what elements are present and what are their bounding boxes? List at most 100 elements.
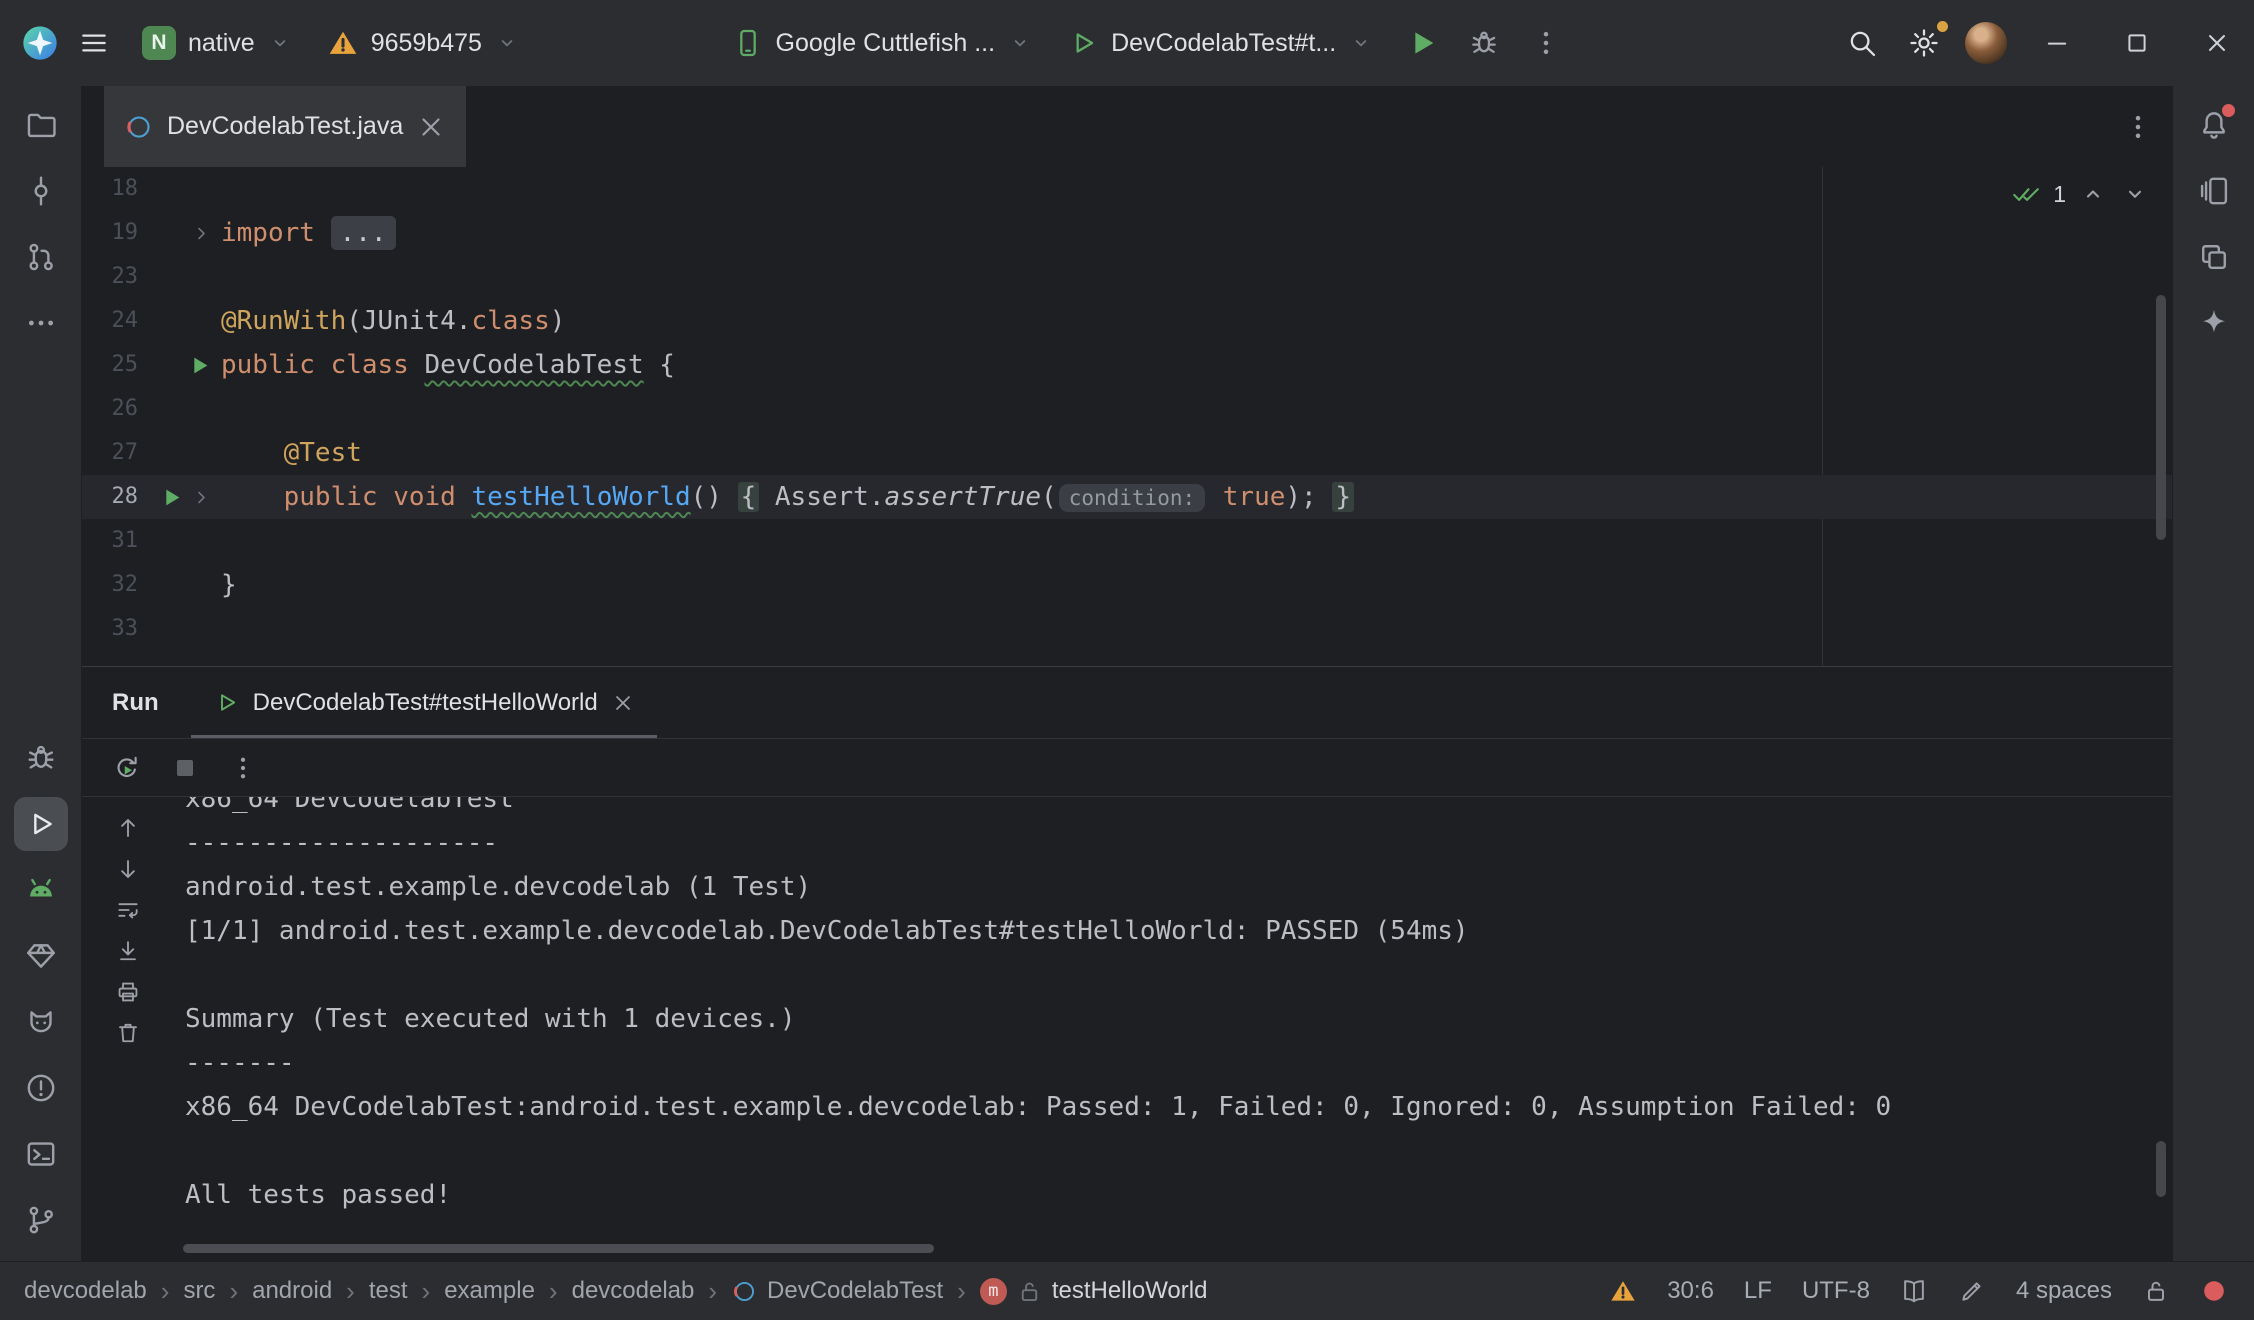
pen-icon	[1958, 1277, 1986, 1305]
fold-chevron-icon[interactable]	[190, 222, 213, 245]
main-menu-button[interactable]	[66, 13, 122, 73]
editor-line-25: 25public class DevCodelabTest {	[82, 343, 2172, 387]
next-problem-button[interactable]	[2120, 179, 2150, 209]
run-tab[interactable]: DevCodelabTest#testHelloWorld	[191, 667, 657, 738]
softwrap-icon	[115, 897, 141, 923]
file-encoding[interactable]: UTF-8	[1802, 1277, 1870, 1305]
tool-stripe-running-devices[interactable]	[2187, 164, 2241, 218]
prev-problem-button[interactable]	[2078, 179, 2108, 209]
breadcrumb-src[interactable]: src	[183, 1277, 215, 1305]
tab-options-button[interactable]	[2122, 86, 2154, 167]
inspections-widget[interactable]: 1	[2011, 179, 2150, 209]
line-number[interactable]: 33	[82, 607, 140, 651]
breadcrumb-android[interactable]: android	[252, 1277, 332, 1305]
maximize-button[interactable]	[2100, 0, 2174, 86]
line-number[interactable]: 31	[82, 519, 140, 563]
tool-stripe-pull-requests[interactable]	[14, 230, 68, 284]
soft-wrap-button[interactable]	[115, 897, 141, 923]
line-number[interactable]: 27	[82, 431, 140, 475]
tests-passed-check-icon	[2011, 179, 2041, 209]
tool-stripe-version-control[interactable]	[14, 1193, 68, 1247]
warnings-widget[interactable]	[1609, 1277, 1637, 1305]
highlighting-level-button[interactable]	[1958, 1277, 1986, 1305]
tool-stripe-more-tool-windows[interactable]	[14, 296, 68, 350]
run-tab-close-button[interactable]	[611, 691, 635, 715]
console-output[interactable]: x86_64 DevCodelabTest-------------------…	[174, 797, 2172, 1261]
tool-stripe-notifications[interactable]	[2187, 98, 2241, 152]
tool-stripe-app-quality-insights[interactable]	[14, 929, 68, 983]
breadcrumb-DevCodelabTest[interactable]: DevCodelabTest	[731, 1277, 943, 1305]
line-number[interactable]: 24	[82, 299, 140, 343]
editor-line-26: 26	[82, 387, 2172, 431]
profile-button[interactable]	[1958, 13, 2014, 73]
tool-stripe-device-manager[interactable]	[14, 863, 68, 917]
line-number[interactable]: 23	[82, 255, 140, 299]
tool-stripe-logcat[interactable]	[14, 995, 68, 1049]
breadcrumb-devcodelab[interactable]: devcodelab	[572, 1277, 695, 1305]
breadcrumb-testHelloWorld[interactable]: mtestHelloWorld	[980, 1277, 1208, 1305]
line-number[interactable]: 25	[82, 343, 140, 387]
breadcrumb-example[interactable]: example	[444, 1277, 535, 1305]
main-area: DevCodelabTest.java 1819import ...2324@R…	[0, 86, 2254, 1261]
run-test-gutter-icon[interactable]	[158, 484, 185, 511]
build-selector[interactable]: 9659b475	[313, 13, 534, 73]
run-test-gutter-icon[interactable]	[186, 352, 213, 379]
run-config-selector[interactable]: DevCodelabTest#t...	[1053, 13, 1388, 73]
dots-icon	[24, 306, 58, 340]
tool-stripe-problems[interactable]	[14, 1061, 68, 1115]
device-selector[interactable]: Google Cuttlefish ...	[718, 13, 1048, 73]
line-number[interactable]: 19	[82, 211, 140, 255]
line-number[interactable]: 18	[82, 167, 140, 211]
minimize-button[interactable]	[2020, 0, 2094, 86]
scroll-up-button[interactable]	[115, 815, 141, 841]
run-panel-header: Run DevCodelabTest#testHelloWorld	[82, 667, 2172, 739]
reader-mode-button[interactable]	[1900, 1277, 1928, 1305]
tab-close-button[interactable]	[416, 112, 446, 142]
close-window-button[interactable]	[2180, 0, 2254, 86]
scroll-to-end-button[interactable]	[115, 938, 141, 964]
editor-scrollbar[interactable]	[2156, 295, 2166, 540]
console-more-button[interactable]	[228, 753, 258, 783]
line-number[interactable]: 28	[82, 475, 140, 519]
clear-all-button[interactable]	[115, 1020, 141, 1046]
tool-stripe-gemini[interactable]	[2187, 296, 2241, 350]
tool-stripe-terminal[interactable]	[14, 1127, 68, 1181]
breadcrumb-test[interactable]: test	[369, 1277, 408, 1305]
console-vscrollbar[interactable]	[2156, 1141, 2166, 1197]
more-actions-button[interactable]	[1518, 13, 1574, 73]
red-dot-icon	[2200, 1277, 2228, 1305]
line-number[interactable]: 26	[82, 387, 140, 431]
breadcrumb-devcodelab[interactable]: devcodelab	[24, 1277, 147, 1305]
file-lock-button[interactable]	[2142, 1277, 2170, 1305]
console-line: --------------------	[185, 821, 2172, 865]
run-button[interactable]	[1394, 13, 1450, 73]
kebab-icon	[2122, 111, 2154, 143]
book-icon	[1900, 1277, 1928, 1305]
editor-tab-devcodelabtest[interactable]: DevCodelabTest.java	[104, 86, 466, 167]
tool-stripe-debug[interactable]	[14, 731, 68, 785]
tool-stripe-project[interactable]	[14, 98, 68, 152]
rerun-button[interactable]	[112, 753, 142, 783]
line-separator[interactable]: LF	[1744, 1277, 1772, 1305]
scroll-down-button[interactable]	[115, 856, 141, 882]
tool-stripe-layout-inspector[interactable]	[2187, 230, 2241, 284]
tool-stripe-run[interactable]	[14, 797, 68, 851]
line-number[interactable]: 32	[82, 563, 140, 607]
project-selector[interactable]: N native	[128, 13, 307, 73]
stop-button[interactable]	[170, 753, 200, 783]
fold-chevron-icon[interactable]	[190, 486, 213, 509]
debug-button[interactable]	[1456, 13, 1512, 73]
breadcrumb-separator-icon: ›	[708, 1278, 717, 1304]
indent-config[interactable]: 4 spaces	[2016, 1277, 2112, 1305]
code-editor[interactable]: 1819import ...2324@RunWith(JUnit4.class)…	[82, 167, 2172, 666]
console-hscrollbar[interactable]	[183, 1244, 934, 1253]
close-icon	[2203, 29, 2231, 57]
search-everywhere-button[interactable]	[1834, 13, 1890, 73]
tool-stripe-commit[interactable]	[14, 164, 68, 218]
device-phone-icon	[732, 27, 764, 59]
caret-position[interactable]: 30:6	[1667, 1277, 1714, 1305]
console-line: x86_64 DevCodelabTest	[185, 797, 2172, 821]
print-button[interactable]	[115, 979, 141, 1005]
error-indicator[interactable]	[2200, 1277, 2228, 1305]
settings-button[interactable]	[1896, 13, 1952, 73]
